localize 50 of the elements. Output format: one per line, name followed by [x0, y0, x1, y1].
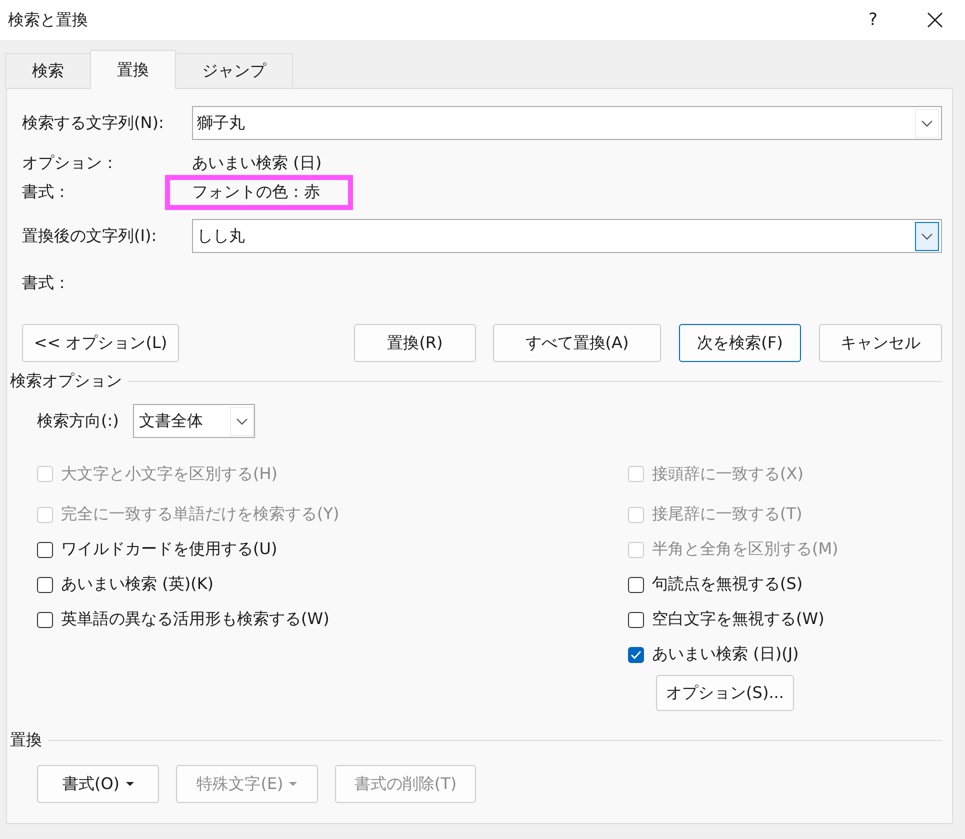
direction-label: 検索方向(:): [37, 410, 119, 432]
chevron-down-icon: [236, 418, 248, 424]
checkbox-label: あいまい検索 (英)(K): [61, 574, 214, 595]
options-toggle-button[interactable]: << オプション(L): [22, 324, 179, 362]
dialog-button[interactable]: 置換(R): [354, 324, 476, 362]
options-value: あいまい検索 (日): [192, 153, 322, 174]
checkbox[interactable]: [628, 612, 644, 628]
checkbox-label: 大文字と小文字を区別する(H): [61, 464, 278, 484]
dropdown-button[interactable]: [915, 222, 939, 250]
checkbox-label: 英単語の異なる活用形も検索する(W): [61, 609, 330, 630]
checkbox-label: 接尾辞に一致する(T): [652, 504, 802, 525]
window-title: 検索と置換: [8, 10, 89, 30]
close-icon[interactable]: [927, 12, 943, 28]
field-label: 検索する文字列(N):: [22, 112, 165, 134]
format-value: フォントの色：赤: [165, 175, 353, 210]
checkbox[interactable]: [37, 542, 53, 558]
checkbox[interactable]: [37, 576, 53, 592]
dialog-button[interactable]: すべて置換(A): [493, 324, 661, 362]
options-label: オプション：: [22, 153, 119, 174]
dialog-button[interactable]: キャンセル: [819, 324, 942, 362]
checkbox-label: ワイルドカードを使用する(U): [61, 539, 278, 560]
direction-select[interactable]: 文書全体: [132, 404, 255, 438]
checkbox-label: 完全に一致する単語だけを検索する(Y): [61, 504, 340, 525]
format-label: 書式：: [22, 273, 71, 294]
help-button[interactable]: ?: [861, 10, 885, 30]
check-icon: [630, 650, 642, 660]
tab[interactable]: ジャンプ: [175, 53, 293, 88]
checkbox-label: 接頭辞に一致する(X): [652, 464, 804, 484]
field-label: 置換後の文字列(I):: [22, 226, 158, 246]
tab[interactable]: 置換: [90, 50, 176, 89]
section-title: 検索オプション: [10, 371, 122, 392]
caret-icon: [126, 782, 134, 786]
dialog-button[interactable]: 次を検索(F): [679, 324, 801, 362]
text-combo-field[interactable]: 獅子丸: [192, 106, 942, 140]
checkbox-label: 半角と全角を区別する(M): [652, 539, 838, 560]
format-button[interactable]: 書式(O): [37, 765, 159, 803]
section-title: 置換: [10, 730, 42, 751]
checkbox[interactable]: [37, 612, 53, 628]
chevron-down-icon: [921, 120, 933, 126]
tab[interactable]: 検索: [5, 53, 91, 88]
checkbox-label: 句読点を無視する(S): [652, 574, 803, 595]
checkbox-label: あいまい検索 (日)(J): [652, 644, 799, 665]
chevron-down-icon: [921, 232, 933, 240]
caret-icon: [289, 782, 298, 786]
ime-options-button[interactable]: オプション(S)...: [656, 675, 794, 711]
format-label: 書式：: [22, 182, 71, 203]
text-combo-field[interactable]: しし丸: [192, 219, 942, 253]
checkbox[interactable]: [628, 646, 644, 662]
checkbox-label: 空白文字を無視する(W): [652, 609, 824, 630]
checkbox[interactable]: [628, 576, 644, 592]
